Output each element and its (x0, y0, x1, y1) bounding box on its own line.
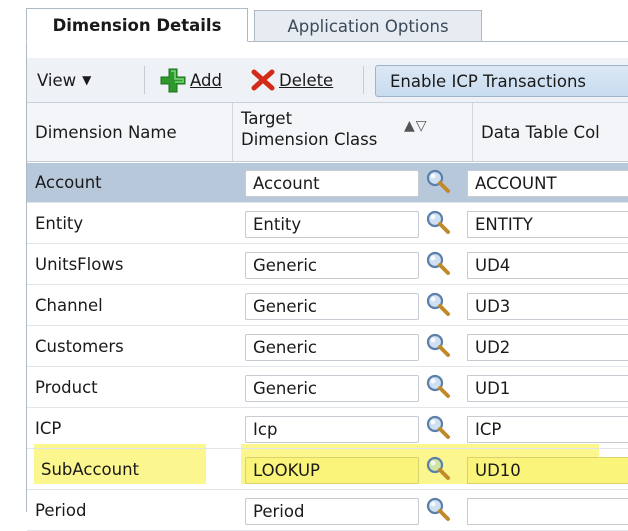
toolbar-separator (363, 66, 364, 94)
magnifier-icon[interactable] (425, 250, 451, 276)
enable-icp-label: Enable ICP Transactions (390, 71, 587, 91)
add-label: Add (190, 70, 222, 90)
add-button[interactable]: Add (159, 58, 222, 102)
column-header-label: Dimension Name (35, 122, 177, 142)
data-table-column-input[interactable]: UD2 (467, 334, 628, 361)
column-header-data-table-column[interactable]: Data Table Col (473, 103, 628, 161)
target-class-input[interactable]: Entity (245, 211, 419, 238)
dimension-name-cell: UnitsFlows (35, 255, 124, 274)
target-class-input[interactable]: Generic (245, 252, 419, 279)
sort-arrows-icon[interactable]: ▲▽ (404, 118, 428, 134)
target-class-input[interactable]: Account (245, 170, 419, 197)
view-menu-button[interactable]: View ▼ (37, 58, 91, 102)
plus-icon (160, 68, 186, 93)
table-header: Dimension Name Target Dimension Class Da… (27, 103, 628, 162)
magnifier-icon[interactable] (425, 168, 451, 194)
data-table-column-input[interactable]: UD3 (467, 293, 628, 320)
x-icon (251, 69, 275, 91)
magnifier-icon[interactable] (425, 373, 451, 399)
toolbar-separator (144, 66, 145, 94)
table-row[interactable]: Period Period (27, 491, 628, 531)
dimension-name-cell: Entity (35, 214, 84, 233)
view-label: View (37, 70, 77, 90)
data-table-column-input[interactable]: ICP (467, 416, 628, 443)
data-table-column-input[interactable]: UD10 (467, 457, 628, 484)
table-row[interactable]: UnitsFlows Generic UD4 (27, 245, 628, 285)
column-header-line: Dimension Class (241, 130, 378, 149)
table-row[interactable]: Customers Generic UD2 (27, 327, 628, 367)
column-header-label: Data Table Col (481, 122, 600, 142)
magnifier-icon[interactable] (425, 496, 451, 522)
delete-button[interactable]: Delete (251, 58, 333, 102)
dimension-name-cell: Account (35, 173, 102, 192)
dimension-name-cell: Product (35, 378, 98, 397)
column-header-target-dimension-class[interactable]: Target Dimension Class (233, 103, 473, 161)
tab-dimension-details[interactable]: Dimension Details (26, 8, 248, 42)
dimension-name-cell: Customers (35, 337, 124, 356)
target-class-input[interactable]: LOOKUP (245, 457, 419, 484)
target-class-input[interactable]: Icp (245, 416, 419, 443)
dimension-name-cell: ICP (35, 419, 62, 438)
target-class-input[interactable]: Generic (245, 293, 419, 320)
tab-application-options[interactable]: Application Options (254, 10, 482, 42)
data-table-column-input[interactable]: ENTITY (467, 211, 628, 238)
table-row[interactable]: SubAccount LOOKUP UD10 (27, 450, 628, 490)
magnifier-icon[interactable] (425, 209, 451, 235)
magnifier-icon[interactable] (425, 332, 451, 358)
column-header-label: Target Dimension Class (241, 108, 377, 150)
magnifier-icon[interactable] (425, 455, 451, 481)
column-header-dimension-name[interactable]: Dimension Name (27, 103, 233, 161)
dimension-name-cell: SubAccount (41, 460, 140, 479)
table-row[interactable]: Channel Generic UD3 (27, 286, 628, 326)
toolbar: View ▼ Add Delete Enable ICP Transaction… (27, 58, 628, 103)
target-class-input[interactable]: Generic (245, 375, 419, 402)
table-row[interactable]: Product Generic UD1 (27, 368, 628, 408)
column-header-line: Target (241, 109, 293, 128)
data-table-column-input[interactable]: UD1 (467, 375, 628, 402)
delete-label: Delete (279, 70, 334, 90)
target-class-input[interactable]: Generic (245, 334, 419, 361)
magnifier-icon[interactable] (425, 414, 451, 440)
table-row[interactable]: Entity Entity ENTITY (27, 204, 628, 244)
table-row[interactable]: ICP Icp ICP (27, 409, 628, 449)
dimension-name-cell: Channel (35, 296, 103, 315)
enable-icp-transactions-button[interactable]: Enable ICP Transactions (375, 65, 628, 97)
data-table-column-input[interactable]: ACCOUNT (467, 170, 628, 197)
table-row[interactable]: Account Account ACCOUNT (27, 163, 628, 203)
chevron-down-icon: ▼ (82, 73, 92, 87)
magnifier-icon[interactable] (425, 291, 451, 317)
dimension-name-cell: Period (35, 501, 87, 520)
data-table-column-input[interactable]: UD4 (467, 252, 628, 279)
